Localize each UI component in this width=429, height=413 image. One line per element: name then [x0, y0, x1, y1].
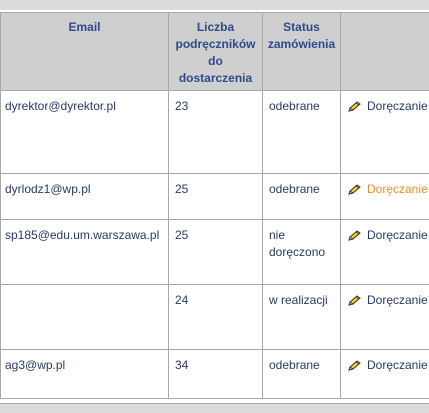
cell-count: 25: [168, 173, 263, 220]
cell-action: Doręczanie: [340, 90, 429, 174]
cell-count: 23: [168, 90, 263, 174]
column-header-action: [340, 12, 429, 91]
cell-action: Doręczanie: [340, 173, 429, 220]
cell-email: ag3@wp.pl: [0, 349, 169, 399]
pencil-icon: [348, 229, 361, 241]
cell-email: [0, 284, 169, 350]
table-row: ag3@wp.pl 34 odebrane Doręczanie: [0, 349, 429, 399]
cell-email: dyrektor@dyrektor.pl: [0, 90, 169, 174]
cell-status: odebrane: [262, 349, 341, 399]
column-header-email[interactable]: Email: [0, 12, 169, 91]
cell-count: 25: [168, 219, 263, 285]
bottom-strip: [0, 403, 429, 413]
cell-action: Doręczanie: [340, 219, 429, 285]
table-row: dyrlodz1@wp.pl 25 odebrane Doręczanie: [0, 173, 429, 220]
pencil-icon: [348, 183, 361, 195]
cell-status: odebrane: [262, 90, 341, 174]
cell-count: 24: [168, 284, 263, 350]
deliver-link[interactable]: Doręczanie: [347, 292, 428, 309]
cell-status: w realizacji: [262, 284, 341, 350]
table-row: sp185@edu.um.warszawa.pl 25 nie doręczono…: [0, 219, 429, 285]
orders-table: Email Liczba podręczników do dostarczeni…: [0, 12, 429, 399]
table-row: 24 w realizacji Doręczanie: [0, 284, 429, 350]
deliver-link[interactable]: Doręczanie: [347, 181, 428, 198]
pencil-icon: [348, 294, 361, 306]
table-row: dyrektor@dyrektor.pl 23 odebrane Doręcza…: [0, 90, 429, 174]
cell-action: Doręczanie: [340, 349, 429, 399]
deliver-link[interactable]: Doręczanie: [347, 357, 428, 374]
top-strip: [0, 0, 429, 10]
cell-status: nie doręczono: [262, 219, 341, 285]
header-row: Email Liczba podręczników do dostarczeni…: [0, 12, 429, 91]
cell-email: sp185@edu.um.warszawa.pl: [0, 219, 169, 285]
deliver-link[interactable]: Doręczanie: [347, 227, 428, 244]
deliver-link[interactable]: Doręczanie: [347, 98, 428, 115]
cell-action: Doręczanie: [340, 284, 429, 350]
pencil-icon: [348, 359, 361, 371]
pencil-icon: [348, 100, 361, 112]
column-header-count[interactable]: Liczba podręczników do dostarczenia: [168, 12, 263, 91]
column-header-status[interactable]: Status zamówienia: [262, 12, 341, 91]
cell-email: dyrlodz1@wp.pl: [0, 173, 169, 220]
cell-status: odebrane: [262, 173, 341, 220]
cell-count: 34: [168, 349, 263, 399]
